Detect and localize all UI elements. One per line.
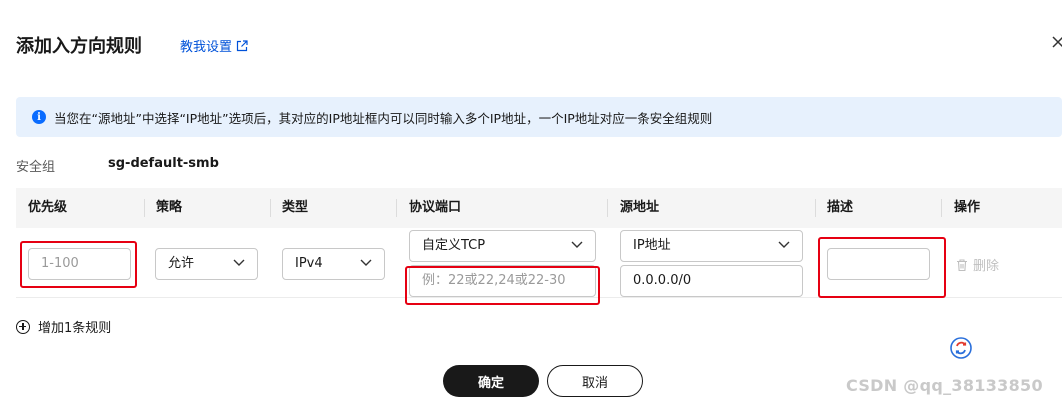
header-description: 描述 — [827, 200, 854, 215]
close-icon[interactable] — [1050, 34, 1062, 50]
help-link[interactable]: 教我设置 — [180, 36, 248, 55]
description-input[interactable] — [827, 248, 930, 280]
plus-circle-icon — [16, 319, 30, 334]
add-rule-button[interactable]: 增加1条规则 — [16, 317, 111, 336]
delete-button[interactable]: 删除 — [955, 255, 999, 274]
header-source: 源地址 — [620, 200, 660, 215]
chevron-down-icon — [778, 241, 790, 248]
security-group-label: 安全组 — [16, 160, 56, 175]
refresh-icon[interactable] — [949, 336, 973, 360]
policy-value: 允许 — [168, 256, 195, 271]
port-input[interactable]: 例：22或22,24或22-30 — [409, 265, 596, 297]
header-type: 类型 — [282, 200, 309, 215]
add-rule-label: 增加1条规则 — [38, 321, 112, 336]
header-divider — [941, 199, 942, 217]
external-link-icon — [236, 39, 248, 51]
header-divider — [270, 199, 271, 217]
notice-text: 当您在“源地址”中选择“IP地址”选项后，其对应的IP地址框内可以同时输入多个I… — [54, 110, 713, 126]
chevron-down-icon — [233, 259, 245, 266]
chevron-down-icon — [360, 259, 372, 266]
header-divider — [144, 199, 145, 217]
delete-label: 删除 — [973, 259, 1000, 274]
watermark: CSDN @qq_38133850 — [846, 376, 1043, 395]
dialog-title: 添加入方向规则 — [16, 36, 142, 57]
header-divider — [607, 199, 608, 217]
source-type-select[interactable]: IP地址 — [620, 230, 803, 262]
policy-select[interactable]: 允许 — [155, 248, 258, 280]
protocol-value: 自定义TCP — [422, 238, 486, 253]
table-header: 优先级 策略 类型 协议端口 源地址 描述 操作 — [16, 188, 1062, 228]
type-value: IPv4 — [295, 256, 323, 271]
header-actions: 操作 — [954, 200, 981, 215]
info-notice: i 当您在“源地址”中选择“IP地址”选项后，其对应的IP地址框内可以同时输入多… — [16, 97, 1062, 137]
help-link-label: 教我设置 — [180, 40, 233, 55]
protocol-select[interactable]: 自定义TCP — [409, 230, 596, 262]
source-type-value: IP地址 — [633, 238, 671, 253]
source-address-input[interactable]: 0.0.0.0/0 — [620, 265, 803, 297]
chevron-down-icon — [571, 241, 583, 248]
security-group-value: sg-default-smb — [108, 156, 219, 171]
row-divider — [16, 297, 1062, 298]
header-divider — [815, 199, 816, 217]
trash-icon — [957, 258, 967, 271]
priority-input[interactable]: 1-100 — [28, 248, 131, 280]
header-protocol-port: 协议端口 — [409, 200, 462, 215]
cancel-button[interactable]: 取消 — [547, 365, 643, 397]
header-policy: 策略 — [156, 200, 183, 215]
info-icon: i — [32, 110, 46, 124]
header-divider — [396, 199, 397, 217]
confirm-button[interactable]: 确定 — [443, 365, 539, 397]
type-select[interactable]: IPv4 — [282, 248, 385, 280]
header-priority: 优先级 — [28, 200, 68, 215]
